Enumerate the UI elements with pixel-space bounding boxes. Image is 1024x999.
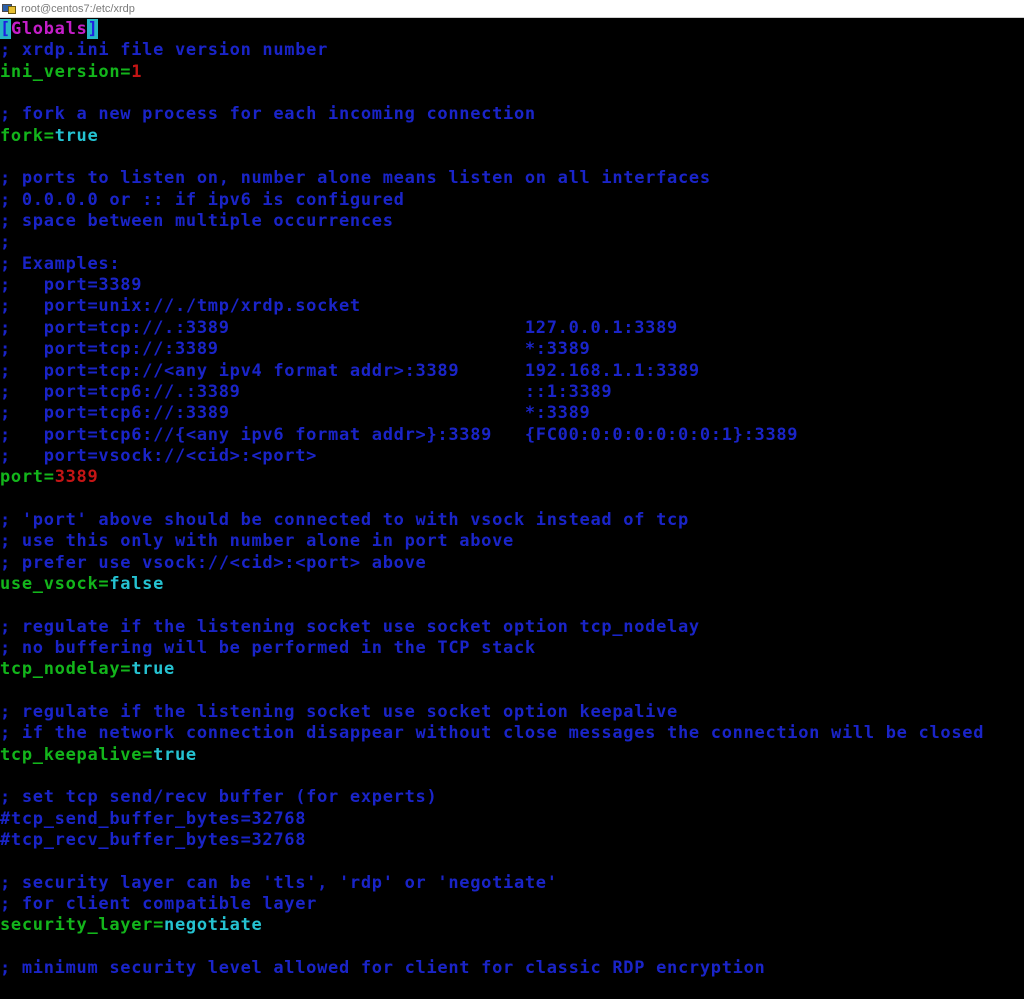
- editor-line: fork=true: [0, 126, 1024, 147]
- window-titlebar: root@centos7:/etc/xrdp: [0, 0, 1024, 18]
- comment-text: ; ports to listen on, number alone means…: [0, 168, 711, 189]
- editor-line: ; regulate if the listening socket use s…: [0, 617, 1024, 638]
- editor-line: security_layer=negotiate: [0, 915, 1024, 936]
- editor-line: ; security layer can be 'tls', 'rdp' or …: [0, 873, 1024, 894]
- editor-line: ; for client compatible layer: [0, 894, 1024, 915]
- editor-line: ; xrdp.ini file version number: [0, 40, 1024, 61]
- comment-text: ; fork a new process for each incoming c…: [0, 104, 536, 125]
- config-key: use_vsock=: [0, 573, 110, 594]
- comment-text: ; set tcp send/recv buffer (for experts): [0, 787, 438, 808]
- comment-text: ; space between multiple occurrences: [0, 211, 394, 232]
- editor-line: ; regulate if the listening socket use s…: [0, 702, 1024, 723]
- editor-line: ; minimum security level allowed for cli…: [0, 958, 1024, 979]
- comment-text: ; regulate if the listening socket use s…: [0, 616, 700, 637]
- config-key: fork=: [0, 125, 55, 146]
- editor-line: ; 'port' above should be connected to wi…: [0, 510, 1024, 531]
- editor-line: ; 0.0.0.0 or :: if ipv6 is configured: [0, 190, 1024, 211]
- editor-line: ;: [0, 232, 1024, 253]
- config-key: tcp_keepalive=: [0, 744, 154, 765]
- comment-text: ; 'port' above should be connected to wi…: [0, 509, 689, 530]
- editor-line: ini_version=1: [0, 62, 1024, 83]
- config-value: 3389: [54, 467, 99, 488]
- section-close-bracket: ]: [87, 19, 99, 39]
- editor-line: ; port=tcp6://{<any ipv6 format addr>}:3…: [0, 425, 1024, 446]
- terminal-editor[interactable]: [Globals]; xrdp.ini file version number i…: [0, 19, 1024, 999]
- editor-line: ; port=tcp://:3389 *:3389: [0, 339, 1024, 360]
- config-value: negotiate: [164, 915, 263, 936]
- editor-line: ; port=3389: [0, 275, 1024, 296]
- comment-text: ; port=unix://./tmp/xrdp.socket: [0, 296, 361, 317]
- comment-text: ; port=tcp://<any ipv4 format addr>:3389…: [0, 360, 700, 381]
- editor-line: ; port=tcp://.:3389 127.0.0.1:3389: [0, 318, 1024, 339]
- comment-text: #tcp_recv_buffer_bytes=32768: [0, 830, 307, 851]
- comment-text: ; port=tcp6://{<any ipv6 format addr>}:3…: [0, 424, 799, 445]
- comment-text: ; use this only with number alone in por…: [0, 531, 514, 552]
- editor-line: ; use this only with number alone in por…: [0, 531, 1024, 552]
- editor-line: #tcp_send_buffer_bytes=32768: [0, 809, 1024, 830]
- comment-text: ; regulate if the listening socket use s…: [0, 702, 678, 722]
- comment-text: ; port=tcp://.:3389 127.0.0.1:3389: [0, 317, 678, 338]
- comment-text: ;: [0, 232, 11, 253]
- editor-line: ; set tcp send/recv buffer (for experts): [0, 787, 1024, 808]
- section-open-bracket: [: [0, 19, 11, 39]
- editor-line: ; no buffering will be performed in the …: [0, 638, 1024, 659]
- config-key: security_layer=: [0, 915, 165, 936]
- editor-line: ; ports to listen on, number alone means…: [0, 168, 1024, 189]
- config-value: true: [54, 125, 99, 146]
- comment-text: ; xrdp.ini file version number: [0, 40, 329, 61]
- editor-line: [Globals]: [0, 19, 1024, 40]
- config-value: true: [153, 744, 197, 765]
- comment-text: ; port=tcp://:3389 *:3389: [0, 339, 591, 360]
- editor-line: ; port=tcp6://.:3389 ::1:3389: [0, 382, 1024, 403]
- window-title: root@centos7:/etc/xrdp: [21, 2, 135, 15]
- putty-icon[interactable]: [2, 3, 16, 15]
- editor-line: ; port=tcp://<any ipv4 format addr>:3389…: [0, 361, 1024, 382]
- comment-text: ; security layer can be 'tls', 'rdp' or …: [0, 872, 558, 893]
- editor-line: ; if the network connection disappear wi…: [0, 723, 1024, 744]
- comment-text: ; port=vsock://<cid>:<port>: [0, 445, 318, 466]
- comment-text: ; port=3389: [0, 275, 143, 296]
- comment-text: ; if the network connection disappear wi…: [0, 723, 985, 744]
- editor-line: port=3389: [0, 467, 1024, 488]
- editor-line: #tcp_recv_buffer_bytes=32768: [0, 830, 1024, 851]
- comment-text: #tcp_send_buffer_bytes=32768: [0, 808, 307, 829]
- editor-line: ; fork a new process for each incoming c…: [0, 104, 1024, 125]
- section-name: Globals: [10, 19, 88, 39]
- config-key: ini_version=: [0, 61, 132, 82]
- comment-text: ; port=tcp6://:3389 *:3389: [0, 403, 591, 424]
- comment-text: ; port=tcp6://.:3389 ::1:3389: [0, 381, 613, 402]
- comment-text: ; no buffering will be performed in the …: [0, 637, 536, 658]
- config-key: tcp_nodelay=: [0, 659, 132, 680]
- editor-line: use_vsock=false: [0, 574, 1024, 595]
- editor-line: ; port=tcp6://:3389 *:3389: [0, 403, 1024, 424]
- comment-text: ; for client compatible layer: [0, 894, 318, 915]
- editor-line: ; port=vsock://<cid>:<port>: [0, 446, 1024, 467]
- comment-text: ; prefer use vsock://<cid>:<port> above: [0, 552, 427, 573]
- config-key: port=: [0, 467, 55, 488]
- editor-line: ; prefer use vsock://<cid>:<port> above: [0, 553, 1024, 574]
- comment-text: ; 0.0.0.0 or :: if ipv6 is configured: [0, 189, 405, 210]
- editor-line: ; space between multiple occurrences: [0, 211, 1024, 232]
- comment-text: ; minimum security level allowed for cli…: [0, 958, 766, 979]
- config-value: false: [109, 573, 165, 594]
- comment-text: ; Examples:: [0, 253, 121, 274]
- editor-line: ; port=unix://./tmp/xrdp.socket: [0, 296, 1024, 317]
- editor-line: tcp_nodelay=true: [0, 659, 1024, 680]
- editor-line: ; Examples:: [0, 254, 1024, 275]
- editor-line: tcp_keepalive=true: [0, 745, 1024, 766]
- config-value: 1: [131, 61, 143, 82]
- config-value: true: [131, 659, 175, 680]
